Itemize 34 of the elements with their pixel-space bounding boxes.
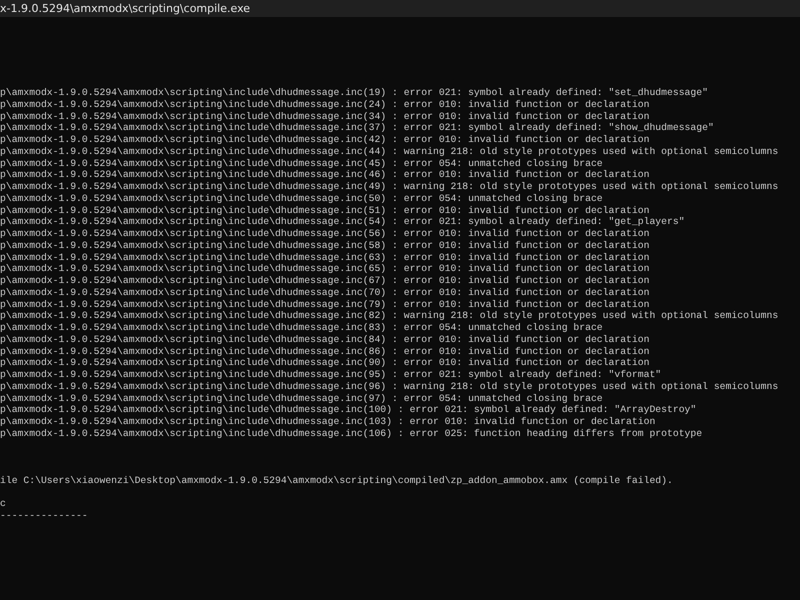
error-line: p\amxmodx-1.9.0.5294\amxmodx\scripting\include\dhudmessage.inc(49) : warning 218: old style prototypes used with optional semicolumns <box>0 181 778 193</box>
error-line: p\amxmodx-1.9.0.5294\amxmodx\scripting\include\dhudmessage.inc(51) : error 010: invalid function or declaration <box>0 204 650 216</box>
output-line: --------------- <box>0 510 88 522</box>
error-line: p\amxmodx-1.9.0.5294\amxmodx\scripting\include\dhudmessage.inc(24) : error 010: invalid function or declaration <box>0 98 650 110</box>
error-line: p\amxmodx-1.9.0.5294\amxmodx\scripting\include\dhudmessage.inc(50) : error 054: unmatched closing brace <box>0 192 603 204</box>
error-line: p\amxmodx-1.9.0.5294\amxmodx\scripting\include\dhudmessage.inc(83) : error 054: unmatched closing brace <box>0 322 603 334</box>
error-line: p\amxmodx-1.9.0.5294\amxmodx\scripting\include\dhudmessage.inc(70) : error 010: invalid function or declaration <box>0 286 650 298</box>
error-line: p\amxmodx-1.9.0.5294\amxmodx\scripting\include\dhudmessage.inc(42) : error 010: invalid function or declaration <box>0 134 650 146</box>
error-line: p\amxmodx-1.9.0.5294\amxmodx\scripting\include\dhudmessage.inc(67) : error 010: invalid function or declaration <box>0 275 650 287</box>
error-line: p\amxmodx-1.9.0.5294\amxmodx\scripting\include\dhudmessage.inc(56) : error 010: invalid function or declaration <box>0 228 650 240</box>
result-line: ile C:\Users\xiaowenzi\Desktop\amxmodx-1.9.0.5294\amxmodx\scripting\compiled\zp_addon_ammobox.amx (compile failed). <box>0 474 673 486</box>
error-line: p\amxmodx-1.9.0.5294\amxmodx\scripting\include\dhudmessage.inc(45) : error 054: unmatched closing brace <box>0 158 603 170</box>
error-line: p\amxmodx-1.9.0.5294\amxmodx\scripting\include\dhudmessage.inc(44) : warning 218: old style prototypes used with optional semicolumns <box>0 146 778 158</box>
error-line: p\amxmodx-1.9.0.5294\amxmodx\scripting\include\dhudmessage.inc(96) : warning 218: old style prototypes used with optional semicolumns <box>0 380 778 392</box>
error-line: p\amxmodx-1.9.0.5294\amxmodx\scripting\include\dhudmessage.inc(95) : error 021: symbol already defined: "vformat" <box>0 369 662 381</box>
error-line: p\amxmodx-1.9.0.5294\amxmodx\scripting\include\dhudmessage.inc(65) : error 010: invalid function or declaration <box>0 263 650 275</box>
error-line: p\amxmodx-1.9.0.5294\amxmodx\scripting\include\dhudmessage.inc(100) : error 021: symbol already defined: "ArrayDestroy" <box>0 404 696 416</box>
error-line: p\amxmodx-1.9.0.5294\amxmodx\scripting\include\dhudmessage.inc(34) : error 010: invalid function or declaration <box>0 110 650 122</box>
error-line: p\amxmodx-1.9.0.5294\amxmodx\scripting\include\dhudmessage.inc(86) : error 010: invalid function or declaration <box>0 346 650 358</box>
error-line: p\amxmodx-1.9.0.5294\amxmodx\scripting\include\dhudmessage.inc(97) : error 054: unmatched closing brace <box>0 392 603 404</box>
output-line: c <box>0 498 6 510</box>
error-line: p\amxmodx-1.9.0.5294\amxmodx\scripting\include\dhudmessage.inc(79) : error 010: invalid function or declaration <box>0 298 650 310</box>
error-line: p\amxmodx-1.9.0.5294\amxmodx\scripting\include\dhudmessage.inc(106) : error 025: function heading differs from prototype <box>0 428 702 440</box>
error-line: p\amxmodx-1.9.0.5294\amxmodx\scripting\include\dhudmessage.inc(19) : error 021: symbol already defined: "set_dhudmessage" <box>0 87 708 99</box>
error-line: p\amxmodx-1.9.0.5294\amxmodx\scripting\include\dhudmessage.inc(54) : error 021: symbol already defined: "get_players" <box>0 216 685 228</box>
error-line: p\amxmodx-1.9.0.5294\amxmodx\scripting\include\dhudmessage.inc(84) : error 010: invalid function or declaration <box>0 334 650 346</box>
error-line: p\amxmodx-1.9.0.5294\amxmodx\scripting\include\dhudmessage.inc(90) : error 010: invalid function or declaration <box>0 357 650 369</box>
error-line: p\amxmodx-1.9.0.5294\amxmodx\scripting\include\dhudmessage.inc(58) : error 010: invalid function or declaration <box>0 240 650 252</box>
window-title: x-1.9.0.5294\amxmodx\scripting\compile.exe <box>0 2 250 15</box>
error-line: p\amxmodx-1.9.0.5294\amxmodx\scripting\include\dhudmessage.inc(46) : error 010: invalid function or declaration <box>0 169 650 181</box>
error-line: p\amxmodx-1.9.0.5294\amxmodx\scripting\include\dhudmessage.inc(37) : error 021: symbol already defined: "show_dhudmessage" <box>0 122 714 134</box>
error-line: p\amxmodx-1.9.0.5294\amxmodx\scripting\include\dhudmessage.inc(103) : error 010: invalid function or declaration <box>0 416 656 428</box>
error-line: p\amxmodx-1.9.0.5294\amxmodx\scripting\include\dhudmessage.inc(63) : error 010: invalid function or declaration <box>0 252 650 264</box>
error-line: p\amxmodx-1.9.0.5294\amxmodx\scripting\include\dhudmessage.inc(82) : warning 218: old style prototypes used with optional semicolumns <box>0 310 778 322</box>
